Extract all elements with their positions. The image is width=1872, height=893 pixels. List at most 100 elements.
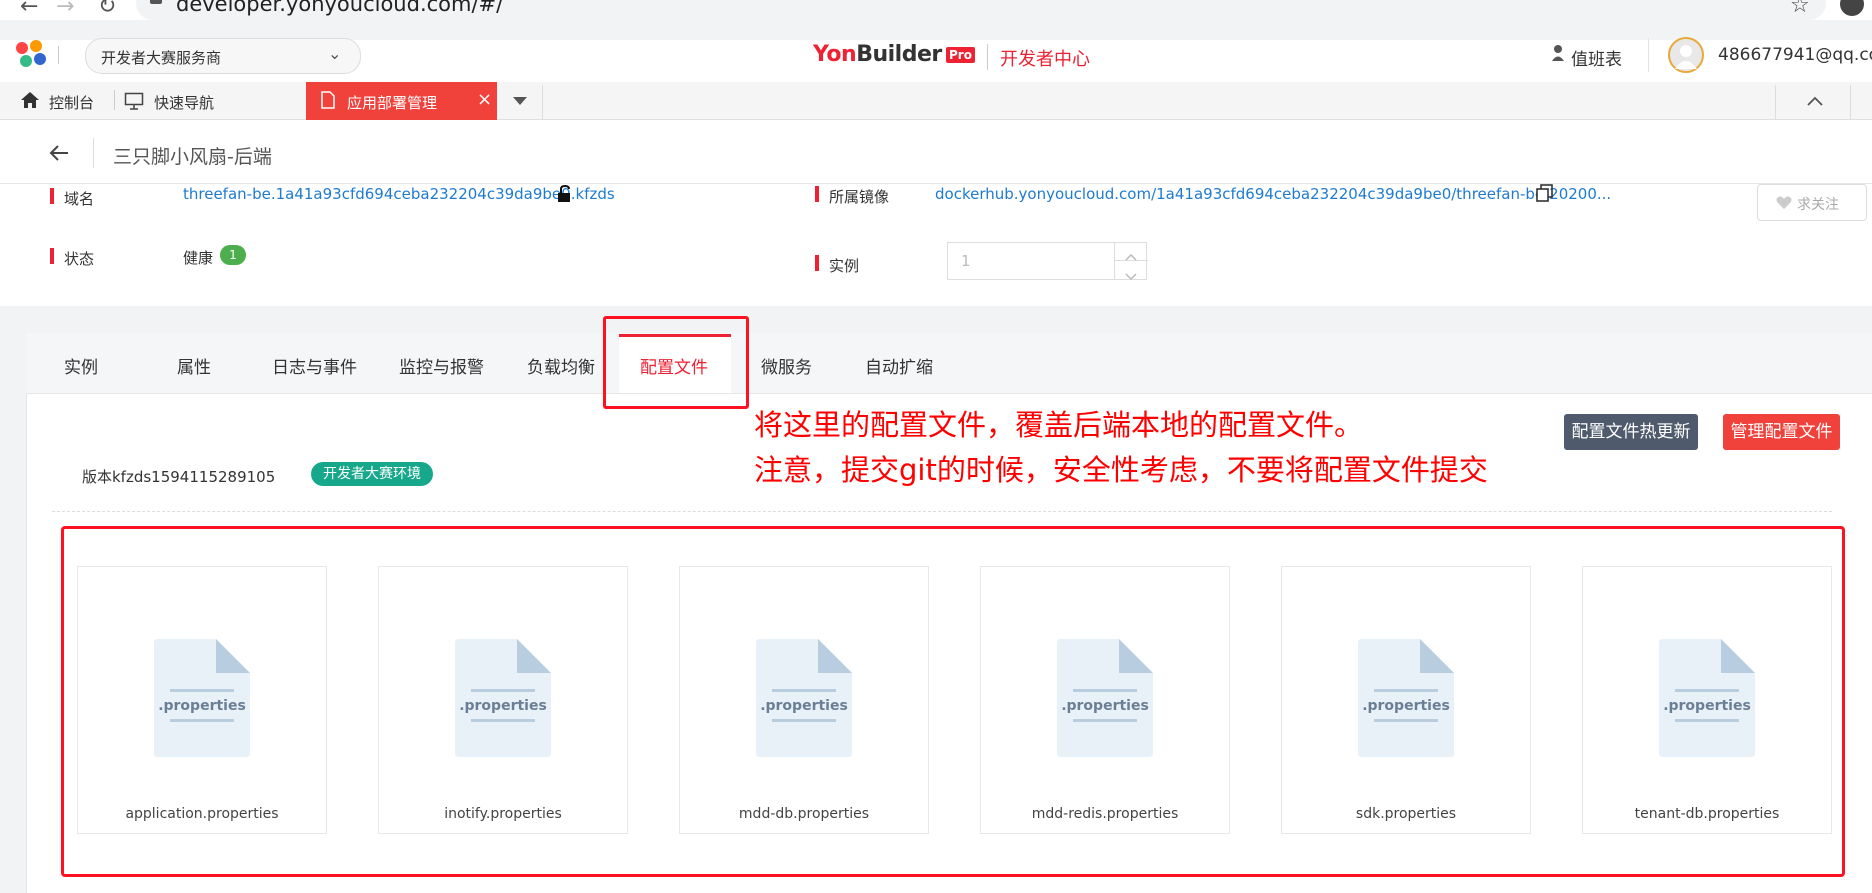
subtab-load-balancing[interactable]: 负载均衡 [527, 353, 595, 378]
tab-quick-nav[interactable]: 快速导航 [154, 92, 214, 113]
label-marker [50, 188, 54, 204]
logo-dot-icon [20, 55, 32, 67]
file-icon-label: .properties [1061, 698, 1149, 714]
brand-prefix: Yon [813, 42, 857, 67]
header-divider [58, 46, 59, 64]
stepper-buttons [1114, 242, 1148, 281]
file-icon-label: .properties [459, 698, 547, 714]
image-link[interactable]: dockerhub.yonyoucloud.com/1a41a93cfd694c… [935, 185, 1611, 203]
file-icon-label: .properties [158, 698, 246, 714]
tab-divider [1850, 85, 1851, 119]
subtab-monitoring[interactable]: 监控与报警 [399, 353, 484, 378]
properties-file-icon: .properties [1057, 639, 1153, 757]
tab-bar [0, 82, 1872, 120]
page-header [0, 120, 1872, 184]
back-arrow-icon[interactable] [48, 144, 70, 162]
subtab-instances[interactable]: 实例 [64, 353, 98, 378]
annotation-text: 将这里的配置文件，覆盖后端本地的配置文件。 注意，提交git的时候，安全性考虑，… [754, 403, 1564, 493]
file-name: inotify.properties [444, 806, 562, 822]
header-divider [1648, 38, 1649, 72]
subtab-properties[interactable]: 属性 [177, 353, 211, 378]
manage-config-button[interactable]: 管理配置文件 [1723, 414, 1840, 450]
follow-label: 求关注 [1797, 197, 1839, 213]
tab-divider [1775, 85, 1776, 119]
file-card[interactable]: .properties application.properties [77, 566, 327, 834]
bookmark-star-icon[interactable]: ☆ [1790, 0, 1810, 18]
file-card[interactable]: .properties mdd-redis.properties [980, 566, 1230, 834]
user-email[interactable]: 486677941@qq.com [1718, 45, 1872, 65]
brand-subtitle: 开发者中心 [1000, 49, 1090, 70]
file-card[interactable]: .properties mdd-db.properties [679, 566, 929, 834]
hot-update-config-button[interactable]: 配置文件热更新 [1564, 414, 1698, 450]
file-name: application.properties [125, 806, 279, 822]
file-name: tenant-db.properties [1634, 806, 1780, 822]
stepper-up-icon[interactable] [1125, 246, 1137, 261]
properties-file-icon: .properties [1659, 639, 1755, 757]
annotation-line: 将这里的配置文件，覆盖后端本地的配置文件。 [754, 408, 1364, 442]
properties-file-icon: .properties [1358, 639, 1454, 757]
annotation-line: 注意，提交git的时候，安全性考虑，不要将配置文件提交 [754, 453, 1488, 487]
instance-stepper-value[interactable]: 1 [961, 252, 971, 270]
subtab-logs-events[interactable]: 日志与事件 [272, 353, 357, 378]
workspace-select-value: 开发者大赛服务商 [101, 49, 222, 67]
status-label: 状态 [64, 250, 95, 268]
tab-app-deploy-label: 应用部署管理 [347, 94, 438, 112]
chevron-up-icon[interactable] [1806, 92, 1824, 106]
brand-logo: YonBuilder [813, 42, 942, 67]
label-marker [50, 248, 54, 264]
monitor-icon [124, 92, 144, 110]
tab-divider [542, 85, 543, 119]
subtab-autoscaling[interactable]: 自动扩缩 [865, 353, 933, 378]
file-icon-label: .properties [1362, 698, 1450, 714]
page-title: 三只脚小风扇-后端 [113, 146, 272, 168]
home-icon [20, 91, 40, 109]
file-card[interactable]: .properties sdk.properties [1281, 566, 1531, 834]
pro-badge: Pro [946, 47, 975, 63]
file-name: mdd-db.properties [738, 806, 870, 822]
section-divider [52, 511, 1832, 512]
duty-roster-link[interactable]: 值班表 [1571, 45, 1622, 70]
stepper-down-icon[interactable] [1125, 266, 1137, 281]
status-count-badge: 1 [220, 245, 246, 265]
domain-label: 域名 [64, 190, 95, 208]
avatar[interactable] [1668, 37, 1704, 73]
file-card[interactable]: .properties tenant-db.properties [1582, 566, 1832, 834]
tab-console[interactable]: 控制台 [49, 92, 94, 113]
version-label: 版本kfzds1594115289105 [82, 468, 276, 486]
domain-link[interactable]: threefan-be.1a41a93cfd694ceba232204c39da… [183, 185, 615, 203]
browser-forward-icon[interactable]: → [56, 0, 74, 19]
file-icon-label: .properties [1663, 698, 1751, 714]
url-text[interactable]: developer.yonyoucloud.com/#/ [176, 0, 503, 16]
page-header-divider [93, 138, 94, 168]
properties-file-icon: .properties [455, 639, 551, 757]
browser-reload-icon[interactable]: ↻ [98, 0, 116, 19]
label-marker [815, 186, 819, 202]
logo-dot-icon [34, 53, 46, 65]
status-value: 健康 [183, 249, 214, 267]
file-name: sdk.properties [1355, 806, 1457, 822]
browser-back-icon[interactable]: ← [20, 0, 38, 19]
chevron-down-icon[interactable]: ⌄ [328, 44, 341, 63]
properties-file-icon: .properties [154, 639, 250, 757]
logo-dot-icon [16, 42, 28, 54]
file-card[interactable]: .properties inotify.properties [378, 566, 628, 834]
tab-dropdown-icon[interactable] [513, 97, 527, 105]
instance-label: 实例 [829, 257, 860, 275]
logo-dot-icon [30, 40, 42, 52]
lock-icon [150, 0, 162, 4]
copy-icon[interactable] [1536, 184, 1554, 202]
tab-divider [114, 90, 115, 110]
file-name: mdd-redis.properties [1031, 806, 1179, 822]
annotation-highlight-files [61, 526, 1845, 877]
image-label: 所属镜像 [829, 188, 890, 206]
app-logo-icon[interactable] [14, 40, 48, 70]
close-icon[interactable]: × [477, 89, 492, 110]
environment-badge: 开发者大赛环境 [311, 462, 433, 486]
unlock-icon[interactable] [557, 184, 573, 203]
person-icon[interactable] [1551, 44, 1565, 62]
properties-file-icon: .properties [756, 639, 852, 757]
label-marker [815, 255, 819, 271]
document-icon [321, 91, 335, 109]
brand-suffix: Builder [856, 42, 942, 67]
subtab-microservices[interactable]: 微服务 [761, 353, 812, 378]
